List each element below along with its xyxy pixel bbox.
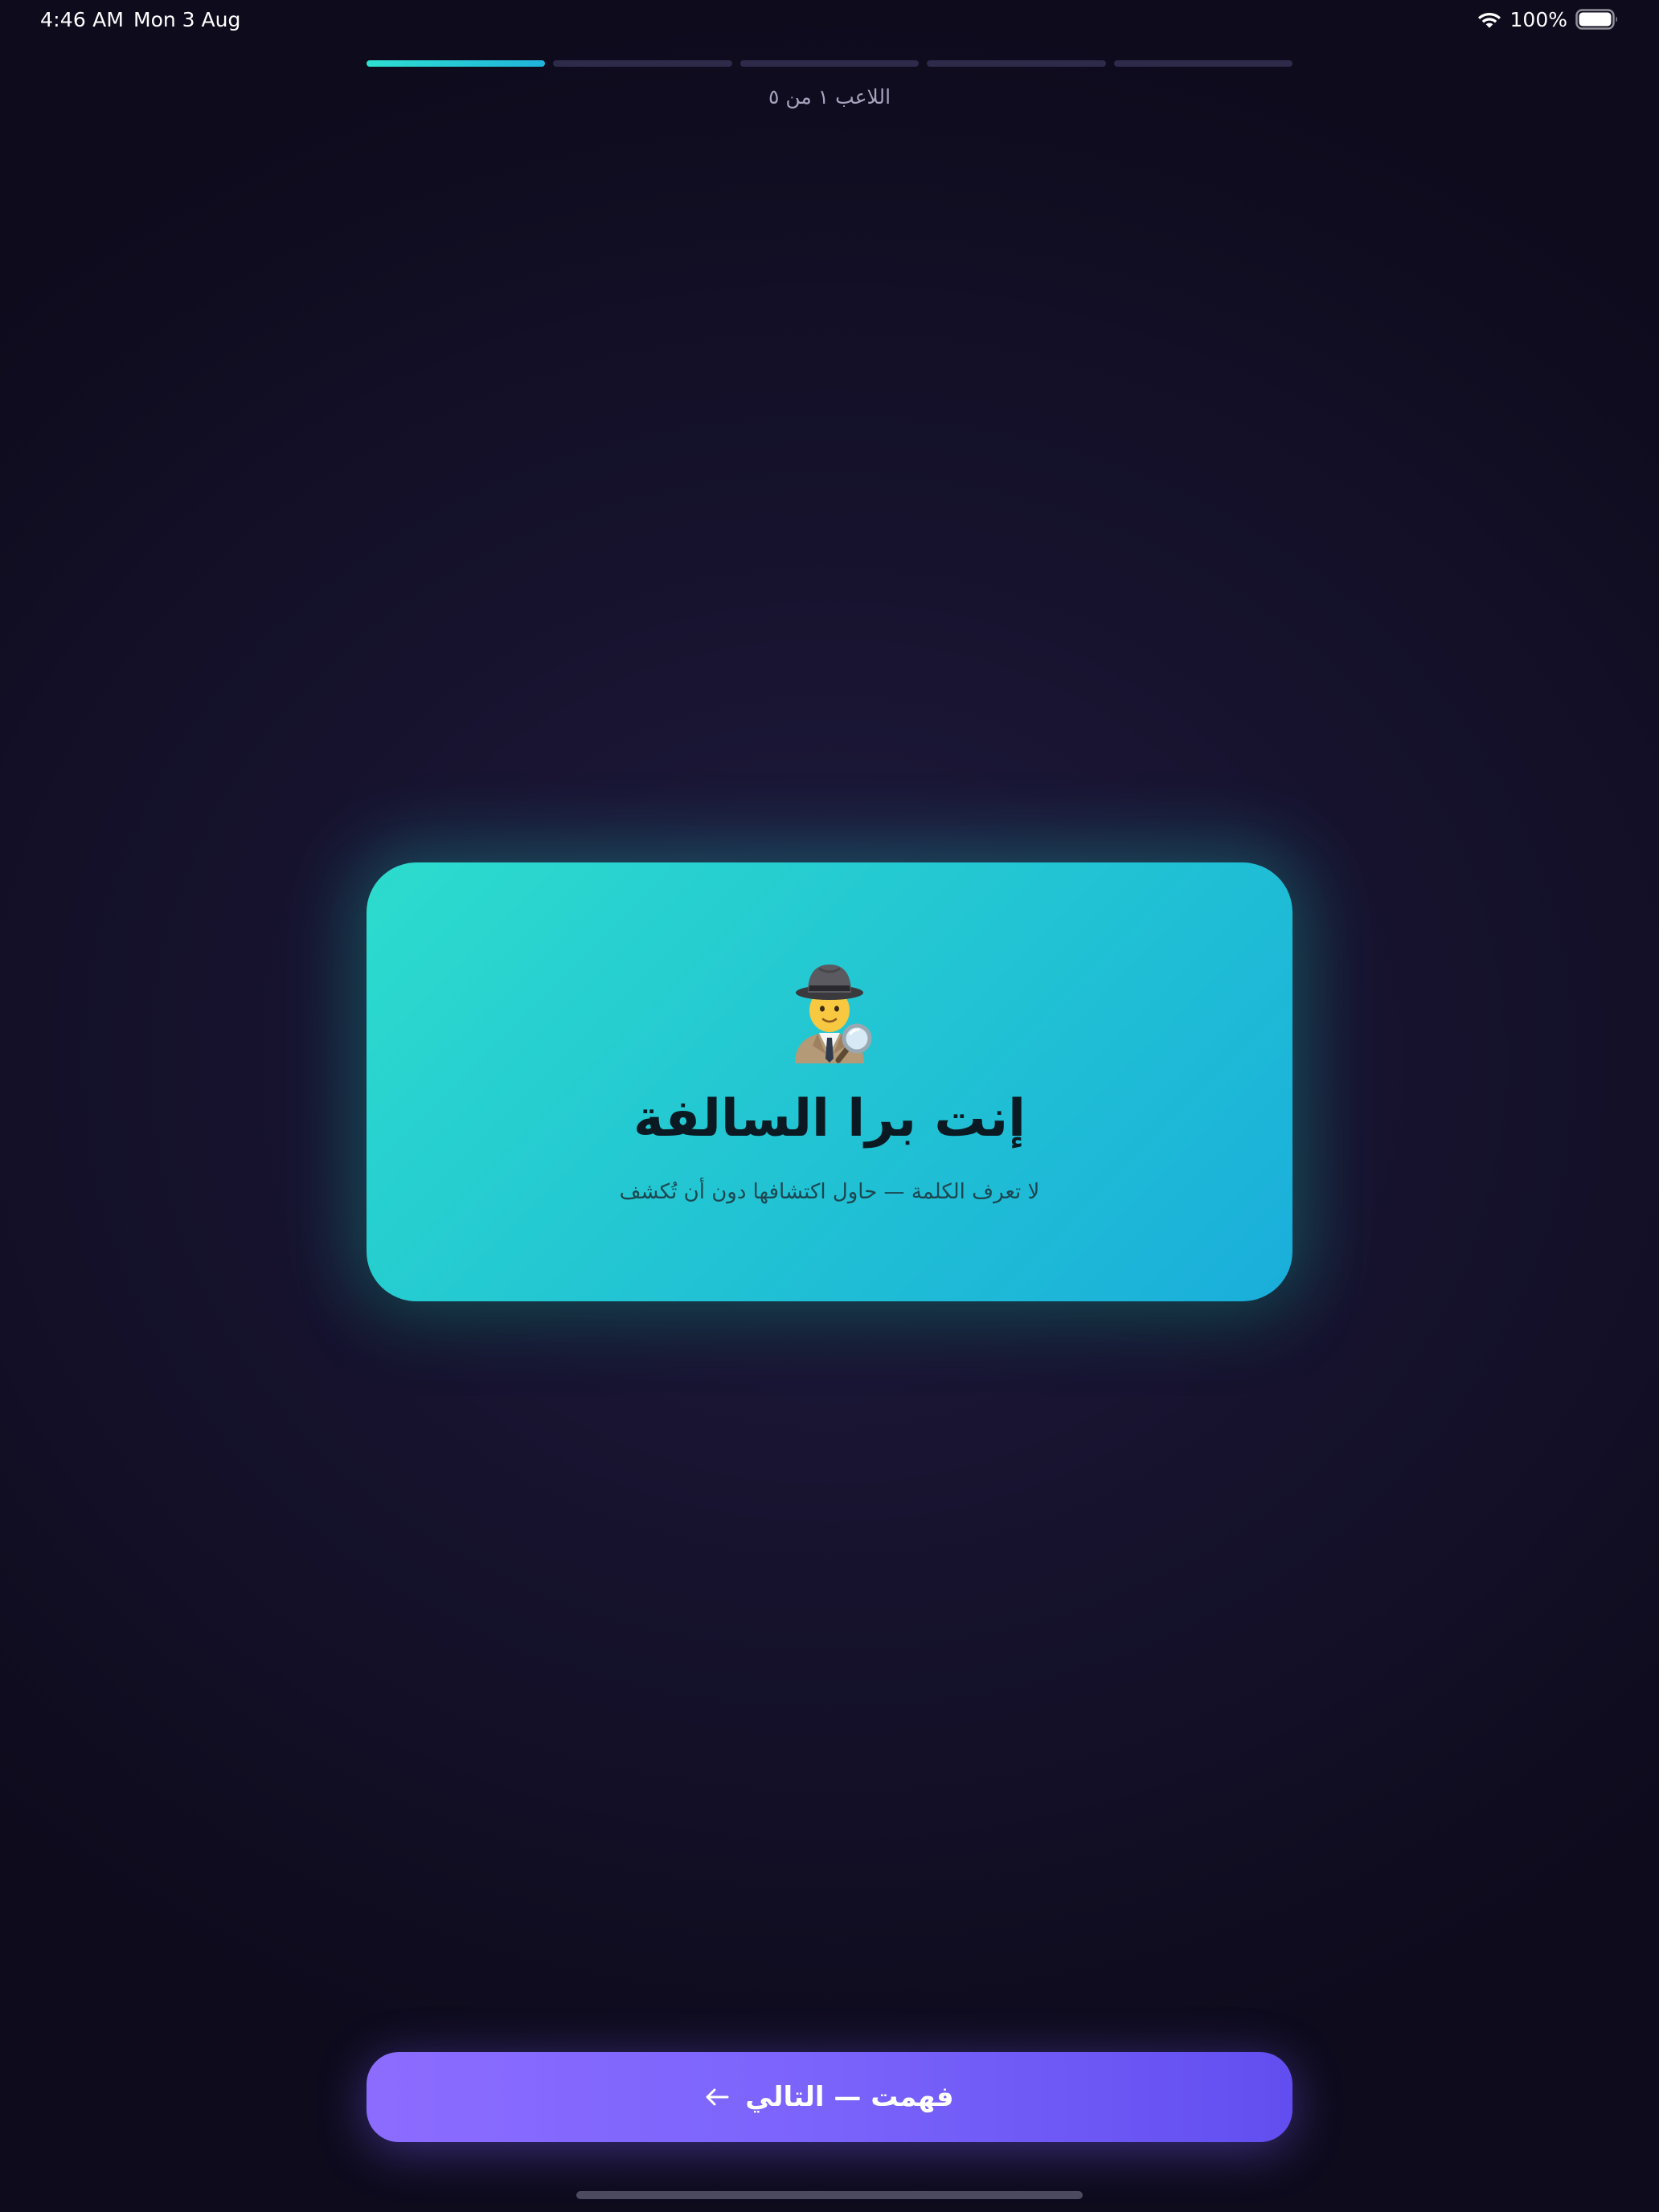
player-progress-bar <box>367 60 1293 67</box>
detective-icon <box>367 959 1292 1063</box>
player-counter: اللاعب ١ من ٥ <box>768 85 891 109</box>
progress-segment <box>1113 60 1293 67</box>
progress-segment <box>739 60 920 67</box>
battery-percent: 100% <box>1509 7 1567 31</box>
progress-segment <box>553 60 732 67</box>
status-time: 4:46 AM <box>40 8 125 31</box>
arrow-left-icon <box>706 2088 729 2106</box>
next-button[interactable]: فهمت — التالي <box>367 2052 1292 2142</box>
progress-segment <box>367 60 546 67</box>
battery-icon <box>1575 9 1617 30</box>
progress-segment <box>927 60 1106 67</box>
status-bar: 4:46 AM Mon 3 Aug 100% <box>0 0 1659 39</box>
role-card: إنت برا السالفة لا تعرف الكلمة — حاول اك… <box>367 862 1292 1301</box>
role-title: إنت برا السالفة <box>633 1089 1026 1149</box>
home-indicator[interactable] <box>576 2191 1083 2199</box>
status-date: Mon 3 Aug <box>133 8 241 31</box>
status-indicators: 100% <box>1477 6 1619 32</box>
wifi-icon <box>1477 13 1501 28</box>
next-button-label: فهمت — التالي <box>745 2081 954 2113</box>
role-subtitle: لا تعرف الكلمة — حاول اكتشافها دون أن تُ… <box>619 1180 1040 1204</box>
